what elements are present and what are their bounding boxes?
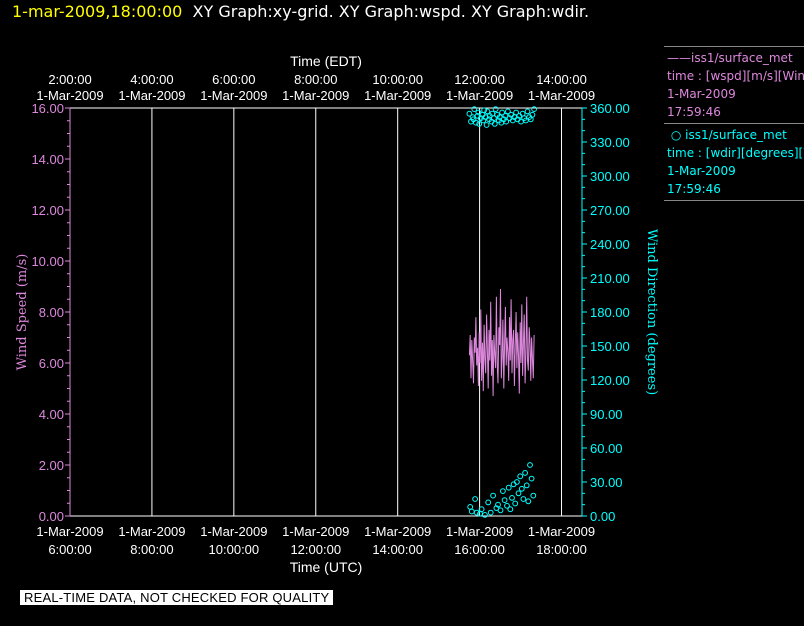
legend-time: 17:59:46 [667,105,721,119]
wdir-point [490,492,497,499]
x-tick-date-label: 1-Mar-2009 [528,524,595,539]
y-left-tick-label: 16.00 [31,101,64,116]
x-tick-date-label: 1-Mar-2009 [200,524,267,539]
x-tick-date-label: 1-Mar-2009 [446,524,513,539]
wdir-point [487,509,494,516]
y-left-tick-label: 2.00 [39,458,64,473]
x-tick-time-label: 18:00:00 [536,542,587,557]
x-tick-date-label: 1-Mar-2009 [364,524,431,539]
y-left-tick-label: 12.00 [31,203,64,218]
x-tick-time-label: 16:00:00 [454,542,505,557]
wdir-point [522,470,528,476]
wdir-point [531,106,537,112]
x-tick-time-label: 14:00:00 [372,542,423,557]
x-tick-time-label: 6:00:00 [48,542,91,557]
y-right-tick-label: 240.00 [590,237,630,252]
wdir-point [501,497,508,504]
x-tick-time-label: 8:00:00 [130,542,173,557]
y-right-tick-label: 30.00 [590,475,623,490]
legend-series-name: iss1/surface_met [691,51,793,65]
x-top-tick-time-label: 6:00:00 [212,72,255,87]
x-top-tick-date-label: 1-Mar-2009 [200,88,267,103]
legend-desc: time : [wdir][degrees][Wind Direction] [667,146,804,160]
y-left-tick-label: 4.00 [39,407,64,422]
legend-line-symbol: —— [667,51,691,65]
legend-date: 1-Mar-2009 [667,87,736,101]
x-top-tick-date-label: 1-Mar-2009 [446,88,513,103]
x-tick-date-label: 1-Mar-2009 [118,524,185,539]
wdir-point [520,496,527,502]
wdir-point [467,504,474,510]
wdir-point [483,122,490,128]
wdir-point [528,475,535,482]
wdir-point [530,492,537,499]
y-right-axis-label: Wind Direction (degrees) [644,229,659,395]
wdir-point [507,506,514,513]
wdir-point [515,490,522,497]
y-right-tick-label: 360.00 [590,101,630,116]
x-top-tick-time-label: 10:00:00 [372,72,423,87]
wdir-point [500,488,506,495]
wdir-point [518,485,525,492]
quality-warning-banner: REAL-TIME DATA, NOT CHECKED FOR QUALITY [20,590,334,605]
y-left-tick-label: 14.00 [31,152,64,167]
x-top-tick-time-label: 14:00:00 [536,72,587,87]
wdir-point [485,499,492,506]
wdir-point [482,512,488,518]
y-right-tick-label: 120.00 [590,373,630,388]
y-right-tick-label: 60.00 [590,441,623,456]
wdir-point [523,482,530,489]
legend-desc: time : [wspd][m/s][Wind Speed] [667,69,804,83]
wdir-point [527,462,533,468]
y-right-tick-label: 180.00 [590,305,630,320]
x-tick-time-label: 10:00:00 [209,542,260,557]
x-axis-label: Time (UTC) [290,559,363,575]
wdir-point [497,507,504,514]
legend-entry-wdir[interactable]: ○ iss1/surface_met time : [wdir][degrees… [664,123,804,201]
x-tick-time-label: 12:00:00 [290,542,341,557]
wdir-point [509,495,515,501]
wdir-point [512,500,519,507]
wdir-point [492,106,499,112]
y-right-tick-label: 150.00 [590,339,630,354]
x-tick-date-label: 1-Mar-2009 [282,524,349,539]
y-left-tick-label: 8.00 [39,305,64,320]
y-left-tick-label: 0.00 [39,509,64,524]
x-top-tick-time-label: 2:00:00 [48,72,91,87]
wdir-point [524,108,531,115]
y-right-tick-label: 0.00 [590,509,615,524]
wdir-point [471,106,478,112]
wdir-point [517,473,524,480]
y-left-tick-label: 10.00 [31,254,64,269]
wdir-point [525,498,532,505]
x-top-axis-label: Time (EDT) [290,53,362,69]
x-top-tick-time-label: 12:00:00 [454,72,505,87]
y-right-tick-label: 210.00 [590,271,630,286]
legend-time: 17:59:46 [667,182,721,196]
x-top-tick-date-label: 1-Mar-2009 [282,88,349,103]
legend-date: 1-Mar-2009 [667,164,736,178]
x-top-tick-date-label: 1-Mar-2009 [528,88,595,103]
x-top-tick-date-label: 1-Mar-2009 [364,88,431,103]
wdir-point [468,508,475,515]
y-right-tick-label: 270.00 [590,203,630,218]
wdir-point [472,496,479,502]
y-left-tick-label: 6.00 [39,356,64,371]
y-left-axis-label: Wind Speed (m/s) [15,254,30,371]
y-right-tick-label: 330.00 [590,135,630,150]
x-tick-date-label: 1-Mar-2009 [36,524,103,539]
y-right-tick-label: 90.00 [590,407,623,422]
legend: ——iss1/surface_met time : [wspd][m/s][Wi… [664,46,804,201]
xy-chart: 1-Mar-20096:00:002:00:001-Mar-20091-Mar-… [15,53,659,575]
legend-circle-symbol: ○ [670,128,682,142]
legend-entry-wspd[interactable]: ——iss1/surface_met time : [wspd][m/s][Wi… [664,46,804,123]
y-right-tick-label: 300.00 [590,169,630,184]
x-top-tick-time-label: 8:00:00 [294,72,337,87]
x-top-tick-date-label: 1-Mar-2009 [118,88,185,103]
x-top-tick-time-label: 4:00:00 [130,72,173,87]
wdir-point [505,484,512,491]
legend-series-name: iss1/surface_met [685,128,787,142]
